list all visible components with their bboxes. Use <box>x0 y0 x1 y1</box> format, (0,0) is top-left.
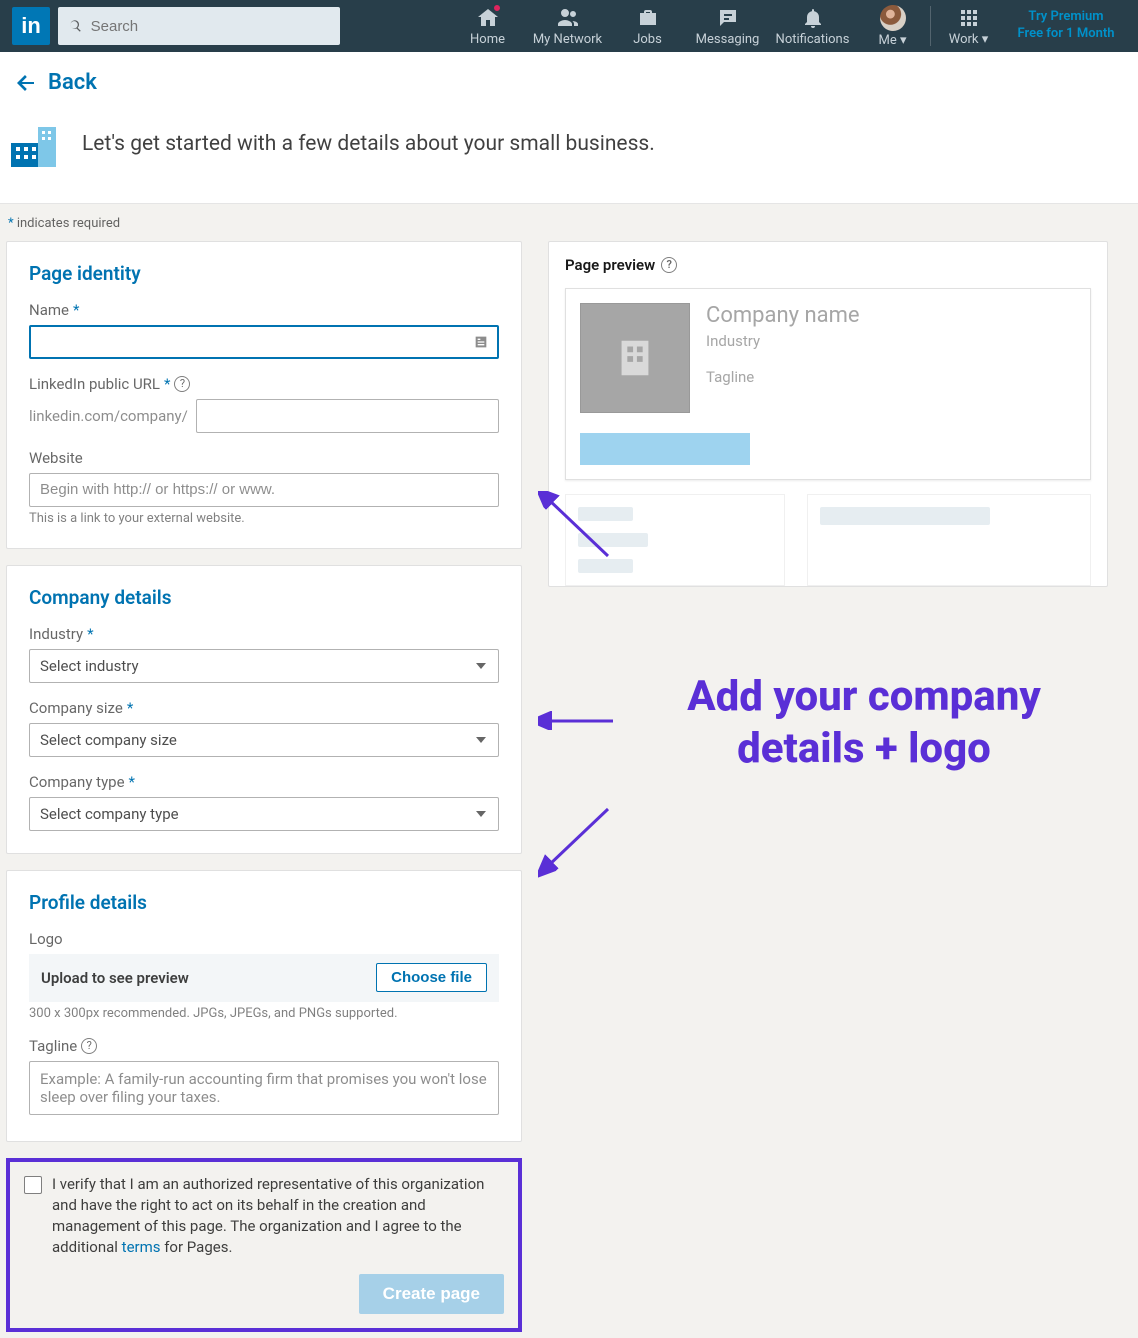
search-icon <box>68 18 83 34</box>
industry-select[interactable]: Select industry <box>29 649 499 683</box>
card-heading: Page identity <box>29 262 499 285</box>
field-hint: This is a link to your external website. <box>29 511 499 526</box>
intro-row: Let's get started with a few details abo… <box>0 109 1138 204</box>
nav-home[interactable]: Home <box>450 0 525 52</box>
caret-down-icon: ▾ <box>982 32 989 47</box>
required-note: * indicates required <box>6 210 1132 241</box>
annotation-arrow-3 <box>538 801 618 881</box>
preview-heading: Page preview <box>565 256 655 274</box>
annotation-arrow-2 <box>538 711 618 731</box>
nav-label: Notifications <box>776 32 850 47</box>
name-input[interactable] <box>29 325 499 359</box>
back-button[interactable]: Back <box>14 70 97 95</box>
card-page-identity: Page identity Name * LinkedIn public URL… <box>6 241 522 549</box>
caret-down-icon: ▾ <box>900 33 907 48</box>
annotation-text: Add your company details + logo <box>620 671 1108 776</box>
verify-checkbox[interactable] <box>24 1176 42 1194</box>
business-icon <box>8 119 58 169</box>
logo-upload: Upload to see preview Choose file <box>29 954 499 1002</box>
avatar <box>880 5 906 31</box>
search-input[interactable] <box>91 18 330 35</box>
nav-notifications[interactable]: Notifications <box>770 0 855 52</box>
choose-file-button[interactable]: Choose file <box>376 963 487 992</box>
field-label: Company size <box>29 699 123 717</box>
card-heading: Profile details <box>29 891 499 914</box>
url-input[interactable] <box>196 399 499 433</box>
field-hint: 300 x 300px recommended. JPGs, JPEGs, an… <box>29 1006 499 1021</box>
nav-label: Home <box>470 32 505 47</box>
help-icon[interactable]: ? <box>661 257 677 273</box>
url-prefix: linkedin.com/company/ <box>29 407 188 425</box>
intro-text: Let's get started with a few details abo… <box>82 132 655 156</box>
arrow-left-icon <box>14 71 38 95</box>
nav-work[interactable]: Work ▾ <box>931 0 1006 52</box>
message-icon <box>716 6 740 30</box>
preview-company-name: Company name <box>706 303 860 328</box>
verify-box: I verify that I am an authorized represe… <box>6 1158 522 1332</box>
help-icon[interactable]: ? <box>81 1038 97 1054</box>
card-heading: Company details <box>29 586 499 609</box>
top-nav: in Home My Network Jobs Messaging Notifi… <box>0 0 1138 52</box>
card-profile-details: Profile details Logo Upload to see previ… <box>6 870 522 1142</box>
nav-premium[interactable]: Try PremiumFree for 1 Month <box>1006 0 1126 52</box>
nav-me[interactable]: Me ▾ <box>855 0 930 52</box>
website-input[interactable] <box>29 473 499 507</box>
nav-jobs[interactable]: Jobs <box>610 0 685 52</box>
company-size-select[interactable]: Select company size <box>29 723 499 757</box>
preview-logo-placeholder <box>580 303 690 413</box>
preview-skeleton <box>565 494 1091 586</box>
search-bar[interactable] <box>58 7 340 45</box>
preview-industry: Industry <box>706 332 860 350</box>
card-page-preview: Page preview ? Company name Industry Tag… <box>548 241 1108 587</box>
field-label: Name <box>29 301 69 319</box>
preview-cta-placeholder <box>580 433 750 465</box>
building-icon <box>612 335 658 381</box>
nav-label: Me ▾ <box>878 33 906 48</box>
field-label: Company type <box>29 773 125 791</box>
grid-icon <box>957 6 981 30</box>
bell-icon <box>801 6 825 30</box>
briefcase-icon <box>636 6 660 30</box>
nav-label: Work ▾ <box>949 32 989 47</box>
field-label: Website <box>29 449 83 467</box>
linkedin-logo[interactable]: in <box>12 7 50 45</box>
field-label: Industry <box>29 625 83 643</box>
tagline-input[interactable] <box>29 1061 499 1115</box>
nav-label: Jobs <box>633 32 662 47</box>
verify-text: I verify that I am an authorized represe… <box>52 1174 504 1258</box>
contact-card-icon <box>473 334 489 350</box>
people-icon <box>556 6 580 30</box>
card-company-details: Company details Industry * Select indust… <box>6 565 522 854</box>
nav-messaging[interactable]: Messaging <box>685 0 770 52</box>
create-page-button[interactable]: Create page <box>359 1274 504 1314</box>
help-icon[interactable]: ? <box>174 376 190 392</box>
terms-link[interactable]: terms <box>122 1238 161 1256</box>
field-label: LinkedIn public URL <box>29 375 160 393</box>
upload-text: Upload to see preview <box>41 969 189 987</box>
field-label: Tagline <box>29 1037 77 1055</box>
nav-label: My Network <box>533 32 602 47</box>
nav-network[interactable]: My Network <box>525 0 610 52</box>
company-type-select[interactable]: Select company type <box>29 797 499 831</box>
back-label: Back <box>48 70 97 95</box>
home-badge <box>493 4 501 12</box>
field-label: Logo <box>29 930 63 948</box>
nav-label: Messaging <box>696 32 760 47</box>
preview-tagline: Tagline <box>706 368 860 386</box>
